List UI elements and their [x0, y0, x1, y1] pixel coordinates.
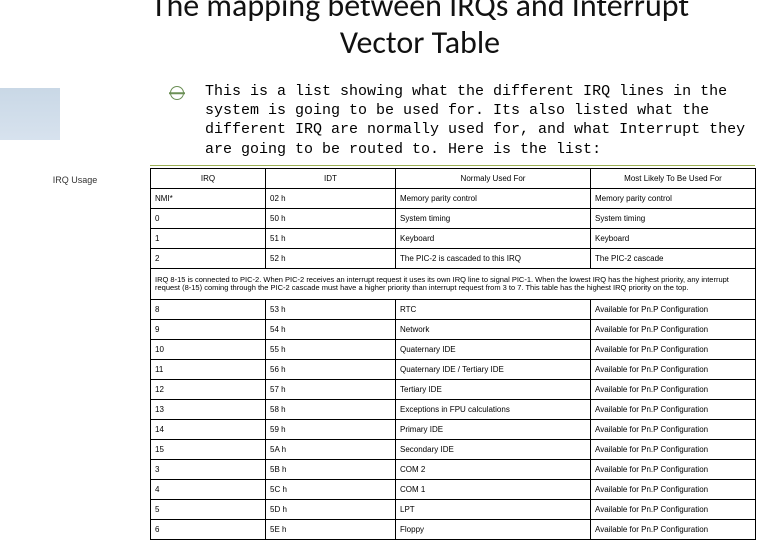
table-cell: Memory parity control [396, 189, 591, 209]
table-cell: Available for Pn.P Configuration [591, 480, 756, 500]
table-cell: Available for Pn.P Configuration [591, 460, 756, 480]
table-cell: Available for Pn.P Configuration [591, 420, 756, 440]
table-cell: 13 [151, 400, 266, 420]
table-cell: 12 [151, 380, 266, 400]
sidebar-label: IRQ Usage [10, 175, 140, 185]
table-cell: Quaternary IDE / Tertiary IDE [396, 360, 591, 380]
table-cell: 54 h [266, 320, 396, 340]
table-cell: Available for Pn.P Configuration [591, 440, 756, 460]
table-cell: Memory parity control [591, 189, 756, 209]
table-cell: 11 [151, 360, 266, 380]
table-cell: LPT [396, 500, 591, 520]
irq-table: IRQ IDT Normaly Used For Most Likely To … [150, 168, 756, 540]
table-cell: 02 h [266, 189, 396, 209]
table-cell: 58 h [266, 400, 396, 420]
table-cell: Available for Pn.P Configuration [591, 360, 756, 380]
bullet-icon [170, 86, 184, 100]
table-cell: Primary IDE [396, 420, 591, 440]
table-row: 1055 hQuaternary IDEAvailable for Pn.P C… [151, 340, 756, 360]
table-cell: 50 h [266, 209, 396, 229]
table-cell: Keyboard [591, 229, 756, 249]
table-cell: 14 [151, 420, 266, 440]
table-cell: 55 h [266, 340, 396, 360]
page-title: The mapping between IRQs and Interrupt V… [150, 0, 690, 62]
table-cell: Keyboard [396, 229, 591, 249]
table-cell: System timing [396, 209, 591, 229]
table-cell: COM 2 [396, 460, 591, 480]
table-cell: NMI* [151, 189, 266, 209]
table-cell: 5A h [266, 440, 396, 460]
table-cell: Available for Pn.P Configuration [591, 500, 756, 520]
table-cell: 5D h [266, 500, 396, 520]
table-cell: 9 [151, 320, 266, 340]
table-cell: 51 h [266, 229, 396, 249]
table-cell: Secondary IDE [396, 440, 591, 460]
col-header-irq: IRQ [151, 169, 266, 189]
table-row: 1358 hExceptions in FPU calculationsAvai… [151, 400, 756, 420]
table-cell: 2 [151, 249, 266, 269]
table-cell: 56 h [266, 360, 396, 380]
divider [150, 165, 755, 166]
table-cell: 5E h [266, 520, 396, 540]
table-cell: Exceptions in FPU calculations [396, 400, 591, 420]
col-header-idt: IDT [266, 169, 396, 189]
table-row: 155A hSecondary IDEAvailable for Pn.P Co… [151, 440, 756, 460]
table-cell: 53 h [266, 300, 396, 320]
table-cell: 10 [151, 340, 266, 360]
table-cell: Tertiary IDE [396, 380, 591, 400]
table-cell: 1 [151, 229, 266, 249]
slide: The mapping between IRQs and Interrupt V… [0, 0, 780, 540]
table-cell: Available for Pn.P Configuration [591, 400, 756, 420]
table-cell: 5C h [266, 480, 396, 500]
table-row: 65E hFloppyAvailable for Pn.P Configurat… [151, 520, 756, 540]
table-row: 1459 hPrimary IDEAvailable for Pn.P Conf… [151, 420, 756, 440]
table-note-row: IRQ 8-15 is connected to PIC-2. When PIC… [151, 269, 756, 300]
table-row: 35B hCOM 2Available for Pn.P Configurati… [151, 460, 756, 480]
table-cell: 5 [151, 500, 266, 520]
table-row: 252 hThe PIC-2 is cascaded to this IRQTh… [151, 249, 756, 269]
table-cell: 4 [151, 480, 266, 500]
table-cell: COM 1 [396, 480, 591, 500]
table-cell: 59 h [266, 420, 396, 440]
intro-text: This is a list showing what the differen… [205, 82, 750, 159]
table-note-cell: IRQ 8-15 is connected to PIC-2. When PIC… [151, 269, 756, 300]
table-cell: Available for Pn.P Configuration [591, 320, 756, 340]
table-cell: 57 h [266, 380, 396, 400]
table-cell: The PIC-2 is cascaded to this IRQ [396, 249, 591, 269]
table-cell: 5B h [266, 460, 396, 480]
table-cell: Network [396, 320, 591, 340]
table-row: 151 hKeyboardKeyboard [151, 229, 756, 249]
table-cell: Available for Pn.P Configuration [591, 300, 756, 320]
table-cell: 8 [151, 300, 266, 320]
table-cell: 6 [151, 520, 266, 540]
table-cell: Available for Pn.P Configuration [591, 340, 756, 360]
table-row: 853 hRTCAvailable for Pn.P Configuration [151, 300, 756, 320]
table-cell: RTC [396, 300, 591, 320]
table-cell: The PIC-2 cascade [591, 249, 756, 269]
background-accent [0, 88, 60, 140]
table-row: 954 hNetworkAvailable for Pn.P Configura… [151, 320, 756, 340]
table-row: 1156 hQuaternary IDE / Tertiary IDEAvail… [151, 360, 756, 380]
table-body: NMI*02 hMemory parity controlMemory pari… [151, 189, 756, 540]
table-cell: System timing [591, 209, 756, 229]
table-row: NMI*02 hMemory parity controlMemory pari… [151, 189, 756, 209]
table-row: 1257 hTertiary IDEAvailable for Pn.P Con… [151, 380, 756, 400]
table-row: 45C hCOM 1Available for Pn.P Configurati… [151, 480, 756, 500]
table-cell: Floppy [396, 520, 591, 540]
table-cell: Quaternary IDE [396, 340, 591, 360]
table-cell: 52 h [266, 249, 396, 269]
col-header-likely: Most Likely To Be Used For [591, 169, 756, 189]
table-header-row: IRQ IDT Normaly Used For Most Likely To … [151, 169, 756, 189]
table-cell: Available for Pn.P Configuration [591, 520, 756, 540]
table-row: 050 hSystem timingSystem timing [151, 209, 756, 229]
table-cell: 3 [151, 460, 266, 480]
table-cell: 0 [151, 209, 266, 229]
col-header-normally: Normaly Used For [396, 169, 591, 189]
table-row: 55D hLPTAvailable for Pn.P Configuration [151, 500, 756, 520]
table-head: IRQ IDT Normaly Used For Most Likely To … [151, 169, 756, 189]
table-cell: 15 [151, 440, 266, 460]
table-cell: Available for Pn.P Configuration [591, 380, 756, 400]
